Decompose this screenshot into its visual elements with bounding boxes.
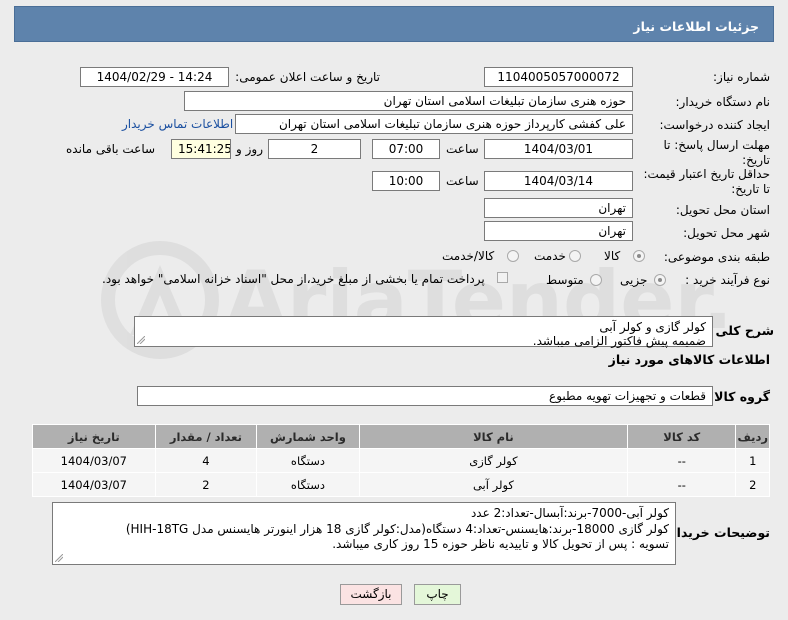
delivery-city-field[interactable]: تهران <box>484 221 633 241</box>
col-header-need-date: تاریخ نیاز <box>32 424 156 449</box>
resize-grip-icon[interactable] <box>137 336 145 344</box>
category-option-goods-service: کالا/خدمت <box>442 249 495 263</box>
remaining-time-label: ساعت باقی مانده <box>66 142 156 156</box>
cell-need-date: 1404/03/07 <box>32 448 156 473</box>
category-radio-goods-service[interactable] <box>507 250 519 262</box>
category-radio-goods[interactable] <box>633 250 645 262</box>
purchase-process-label: نوع فرآیند خرید : <box>685 273 770 287</box>
requester-field[interactable]: علی کفشی کارپرداز حوزه هنری سازمان تبلیغ… <box>235 114 633 134</box>
process-option-partial: جزیی <box>620 273 648 287</box>
cell-name: کولر آبی <box>358 472 629 497</box>
process-radio-partial[interactable] <box>654 274 666 286</box>
col-header-quantity: تعداد / مقدار <box>154 424 258 449</box>
deadline-label-line1: مهلت ارسال پاسخ: تا <box>663 138 770 152</box>
price-validity-time-field[interactable]: 10:00 <box>372 171 440 191</box>
delivery-province-field[interactable]: تهران <box>484 198 633 218</box>
category-option-service: خدمت <box>534 249 566 263</box>
category-radio-service[interactable] <box>569 250 581 262</box>
deadline-days-field[interactable]: 2 <box>268 139 361 159</box>
cell-unit: دستگاه <box>256 472 360 497</box>
delivery-province-label: استان محل تحویل: <box>675 203 770 217</box>
general-description-line-2: ضمیمه پیش فاکتور الزامی میباشد. <box>532 334 706 348</box>
page-header: جزئیات اطلاعات نیاز <box>14 6 774 42</box>
process-radio-medium[interactable] <box>590 274 602 286</box>
buyer-contact-link[interactable]: اطلاعات تماس خریدار <box>122 117 233 131</box>
buyer-notes-line-1: کولر آبی-7000-برند:آبسال-تعداد:2 عدد <box>470 506 669 520</box>
goods-table: ردیف کد کالا نام کالا واحد شمارش تعداد /… <box>32 424 770 497</box>
goods-section-title: اطلاعات کالاهای مورد نیاز <box>608 352 770 367</box>
table-row: 1 -- کولر گازی دستگاه 4 1404/03/07 <box>32 448 770 473</box>
cell-name: کولر گازی <box>358 448 629 473</box>
remaining-time-field: 15:41:25 <box>171 139 231 159</box>
price-validity-label-line1: حداقل تاریخ اعتبار قیمت: <box>643 167 770 181</box>
table-row: 2 -- کولر آبی دستگاه 2 1404/03/07 <box>32 472 770 497</box>
deadline-time-label: ساعت <box>446 142 479 156</box>
price-validity-time-label: ساعت <box>446 174 479 188</box>
category-label: طبقه بندی موضوعی: <box>663 250 770 264</box>
cell-row: 1 <box>735 448 770 473</box>
category-option-goods: کالا <box>604 249 621 263</box>
goods-group-label: گروه کالا: <box>709 389 770 404</box>
process-option-medium: متوسط <box>546 273 584 287</box>
requester-label: ایجاد کننده درخواست: <box>659 118 770 132</box>
cell-quantity: 4 <box>154 448 258 473</box>
buyer-notes-label: توضیحات خریدار: <box>664 525 770 540</box>
cell-row: 2 <box>735 472 770 497</box>
deadline-date-field[interactable]: 1404/03/01 <box>484 139 633 159</box>
payment-note-text: پرداخت تمام یا بخشی از مبلغ خرید،از محل … <box>102 272 485 286</box>
buyer-notes-line-2: کولر گازی 18000-برند:هایسنس-تعداد:4 دستگ… <box>125 521 669 536</box>
cell-need-date: 1404/03/07 <box>32 472 156 497</box>
cell-code: -- <box>627 472 737 497</box>
deadline-label-line2: تاریخ: <box>742 153 770 167</box>
buyer-notes-textarea[interactable]: کولر آبی-7000-برند:آبسال-تعداد:2 عدد کول… <box>52 502 676 565</box>
print-button[interactable]: چاپ <box>414 584 461 605</box>
general-description-textarea[interactable]: کولر گازی و کولر آبی ضمیمه پیش فاکتور ال… <box>134 316 713 348</box>
price-validity-date-field[interactable]: 1404/03/14 <box>484 171 633 191</box>
need-number-field[interactable]: 1104005057000072 <box>484 67 633 87</box>
announce-datetime-label: تاریخ و ساعت اعلان عمومی: <box>235 70 380 84</box>
resize-grip-icon[interactable] <box>55 554 63 562</box>
col-header-row: ردیف <box>735 424 770 449</box>
payment-note-checkbox[interactable] <box>497 272 508 283</box>
price-validity-label-line2: تا تاریخ: <box>731 182 770 196</box>
col-header-unit: واحد شمارش <box>256 424 360 449</box>
col-header-code: کد کالا <box>627 424 737 449</box>
delivery-city-label: شهر محل تحویل: <box>683 226 770 240</box>
need-number-label: شماره نیاز: <box>713 70 770 84</box>
cell-code: -- <box>627 448 737 473</box>
deadline-days-label: روز و <box>236 142 263 156</box>
buyer-org-field[interactable]: حوزه هنری سازمان تبلیغات اسلامی استان ته… <box>184 91 633 111</box>
page-title: جزئیات اطلاعات نیاز <box>633 19 759 34</box>
goods-group-field[interactable]: قطعات و تجهیزات تهویه مطبوع <box>137 386 713 406</box>
deadline-time-field[interactable]: 07:00 <box>372 139 440 159</box>
cell-unit: دستگاه <box>256 448 360 473</box>
col-header-name: نام کالا <box>358 424 629 449</box>
announce-datetime-field[interactable]: 1404/02/29 - 14:24 <box>80 67 229 87</box>
general-description-line-1: کولر گازی و کولر آبی <box>599 320 706 334</box>
cell-quantity: 2 <box>154 472 258 497</box>
back-button[interactable]: بازگشت <box>340 584 402 605</box>
goods-table-header: ردیف کد کالا نام کالا واحد شمارش تعداد /… <box>32 424 770 449</box>
buyer-notes-line-3: تسویه : پس از تحویل کالا و تاییدیه ناظر … <box>332 537 669 551</box>
buyer-org-label: نام دستگاه خریدار: <box>675 95 771 109</box>
